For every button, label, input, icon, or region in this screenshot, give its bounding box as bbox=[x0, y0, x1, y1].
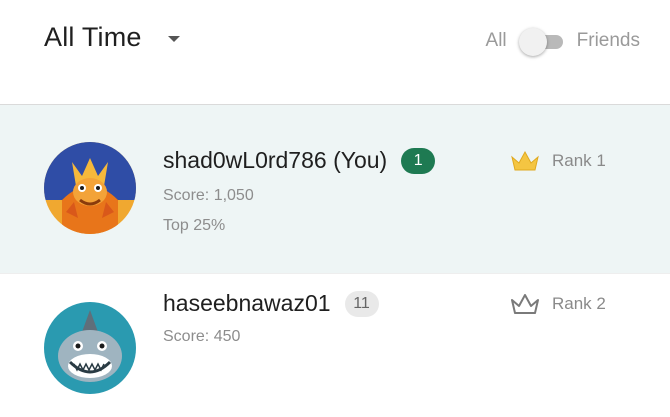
rank-indicator: Rank 1 bbox=[510, 149, 606, 173]
crown-gray-icon bbox=[511, 294, 539, 314]
username[interactable]: shad0wL0rd786 (You) bbox=[163, 147, 387, 174]
level-badge: 1 bbox=[401, 147, 436, 174]
caret-down-icon bbox=[167, 35, 180, 42]
username[interactable]: haseebnawaz01 bbox=[163, 290, 331, 317]
crown-gold-icon bbox=[511, 150, 539, 171]
rank-indicator: Rank 2 bbox=[510, 292, 606, 316]
rank-label: Rank 2 bbox=[552, 294, 606, 313]
name-line: haseebnawaz01 11 bbox=[163, 290, 379, 317]
level-badge: 11 bbox=[344, 290, 379, 317]
leaderboard-row[interactable]: shad0wL0rd786 (You) 1 Score: 1,050 Top 2… bbox=[0, 105, 670, 273]
name-line: shad0wL0rd786 (You) 1 bbox=[163, 147, 436, 174]
rank-label: Rank 1 bbox=[552, 151, 606, 170]
toggle-knob bbox=[518, 28, 547, 56]
leaderboard-header: All Time All Friends bbox=[0, 0, 670, 105]
time-period-label: All Time bbox=[44, 22, 142, 52]
leaderboard-row[interactable]: haseebnawaz01 11 Score: 450 Rank 2 bbox=[0, 273, 670, 417]
filter-friends-label[interactable]: Friends bbox=[577, 30, 640, 52]
score-text: Score: 450 bbox=[163, 328, 241, 345]
shark-avatar-icon[interactable] bbox=[44, 302, 136, 394]
time-period-dropdown[interactable]: All Time bbox=[44, 22, 180, 53]
score-text: Score: 1,050 bbox=[163, 187, 254, 204]
filter-all-label[interactable]: All bbox=[486, 30, 507, 52]
percentile-text: Top 25% bbox=[163, 217, 226, 234]
scope-filter: All Friends bbox=[486, 26, 640, 56]
dragon-avatar-icon[interactable] bbox=[44, 142, 136, 234]
friends-toggle[interactable] bbox=[518, 26, 565, 56]
